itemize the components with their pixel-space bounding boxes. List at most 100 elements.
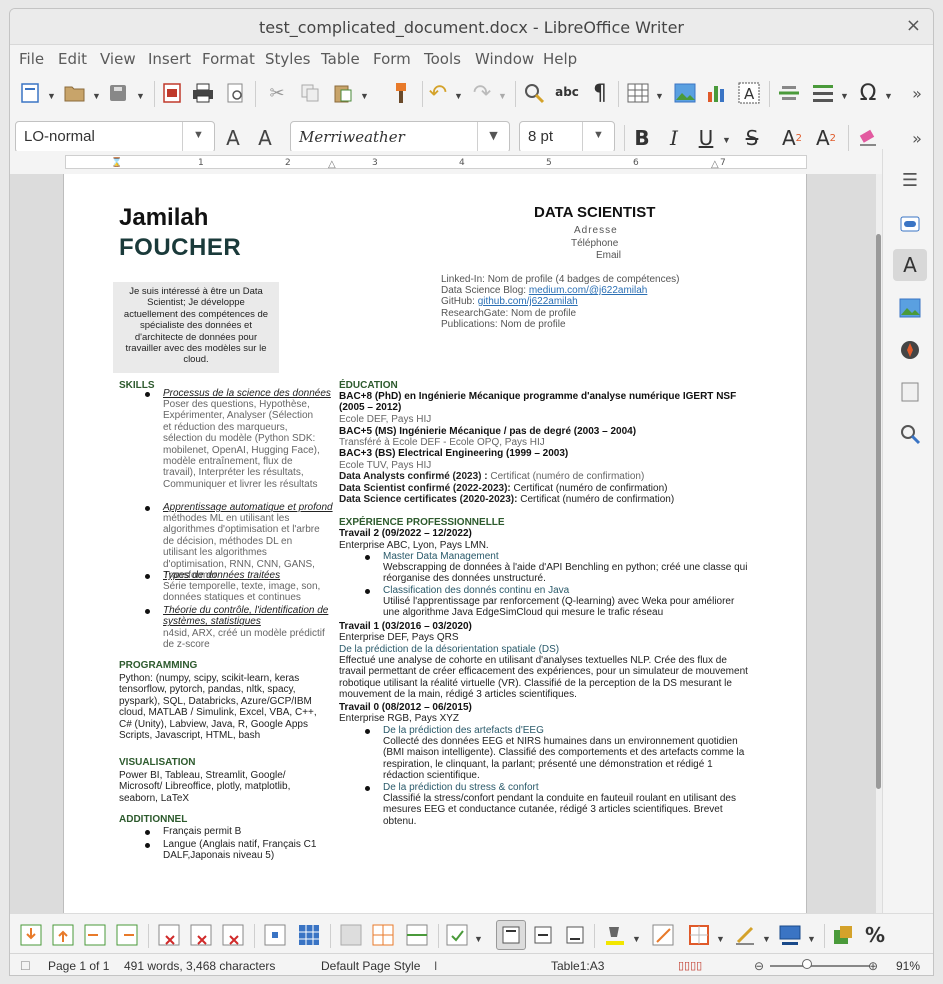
page-count[interactable]: Page 1 of 1 xyxy=(48,959,109,973)
find-replace-icon[interactable] xyxy=(522,81,546,105)
menu-file[interactable]: File xyxy=(19,50,44,68)
spelling-icon[interactable]: abc xyxy=(554,79,580,105)
zoom-level[interactable]: 91% xyxy=(896,959,920,973)
autoformat-icon[interactable] xyxy=(830,922,856,948)
menu-insert[interactable]: Insert xyxy=(148,50,191,68)
select-table-icon[interactable] xyxy=(296,922,322,948)
delete-columns-icon[interactable] xyxy=(188,922,214,948)
background-color-icon[interactable] xyxy=(602,922,628,948)
insert-rows-above-icon[interactable] xyxy=(18,922,44,948)
document-page[interactable]: Jamilah FOUCHER DATA SCIENTIST Adresse T… xyxy=(63,174,807,919)
menu-format[interactable]: Format xyxy=(202,50,255,68)
insert-chart-icon[interactable] xyxy=(704,81,730,105)
merge-cells-icon[interactable] xyxy=(338,922,364,948)
table-properties-icon[interactable] xyxy=(650,922,676,948)
chevron-down-icon[interactable]: ▼ xyxy=(360,91,369,101)
navigator-icon[interactable] xyxy=(897,337,923,363)
chevron-down-icon[interactable]: ▼ xyxy=(840,91,849,101)
chevron-down-icon[interactable]: ▼ xyxy=(92,91,101,101)
align-center-vertical-icon[interactable] xyxy=(530,922,556,948)
align-top-icon[interactable] xyxy=(496,920,526,950)
chevron-down-icon[interactable]: ▼ xyxy=(498,91,507,101)
font-size-combo[interactable]: 8 pt ▼ xyxy=(519,121,615,153)
insert-rows-below-icon[interactable] xyxy=(50,922,76,948)
chevron-down-icon[interactable]: ▼ xyxy=(477,122,509,152)
align-bottom-icon[interactable] xyxy=(562,922,588,948)
style-inspector-icon[interactable] xyxy=(897,421,923,447)
sidebar-menu-icon[interactable]: ☰ xyxy=(897,167,923,193)
menu-view[interactable]: View xyxy=(100,50,136,68)
update-style-icon[interactable]: A xyxy=(220,125,246,151)
properties-icon[interactable] xyxy=(897,211,923,237)
menu-form[interactable]: Form xyxy=(373,50,411,68)
menu-tools[interactable]: Tools xyxy=(424,50,461,68)
zoom-slider-handle[interactable] xyxy=(802,959,812,969)
redo-icon[interactable]: ↷ xyxy=(470,81,494,106)
horizontal-ruler[interactable]: ⌛ 1 2 3 4 5 6 7 △ △ xyxy=(10,151,880,173)
print-icon[interactable] xyxy=(190,81,216,105)
insert-image-icon[interactable] xyxy=(672,81,698,105)
clone-formatting-icon[interactable] xyxy=(388,81,414,105)
chevron-down-icon[interactable]: ▼ xyxy=(182,122,214,152)
menu-help[interactable]: Help xyxy=(543,50,577,68)
select-cell-icon[interactable] xyxy=(262,922,288,948)
blog-link[interactable]: medium.com/@j622amilah xyxy=(529,285,648,296)
github-link[interactable]: github.com/j622amilah xyxy=(478,296,578,307)
more-options-icon[interactable]: » xyxy=(908,81,926,105)
superscript-icon[interactable]: A2 xyxy=(778,125,806,151)
delete-table-icon[interactable] xyxy=(220,922,246,948)
paragraph-style-combo[interactable]: LO-normal ▼ xyxy=(15,121,215,153)
delete-rows-icon[interactable] xyxy=(156,922,182,948)
word-count[interactable]: 491 words, 3,468 characters xyxy=(124,959,275,973)
chevron-down-icon[interactable]: ▼ xyxy=(47,91,56,101)
styles-icon[interactable]: A xyxy=(893,249,927,281)
ruler-tab-marker[interactable]: ⌛ xyxy=(111,158,122,168)
page-style[interactable]: Default Page Style xyxy=(321,959,420,973)
italic-icon[interactable]: I xyxy=(662,125,686,151)
chevron-down-icon[interactable]: ▼ xyxy=(807,934,816,944)
borders-icon[interactable] xyxy=(686,922,712,948)
save-icon[interactable] xyxy=(106,81,130,105)
font-name-combo[interactable]: Merriweather ▼ xyxy=(290,121,510,153)
indent-marker-icon[interactable]: △ xyxy=(328,159,336,170)
border-color-icon[interactable] xyxy=(776,922,804,948)
insert-textbox-icon[interactable]: A xyxy=(736,81,762,105)
underline-icon[interactable]: U xyxy=(694,125,718,151)
zoom-out-icon[interactable]: ⊖ xyxy=(754,959,764,973)
chevron-down-icon[interactable]: ▼ xyxy=(582,122,614,152)
insert-columns-after-icon[interactable] xyxy=(114,922,140,948)
new-document-icon[interactable] xyxy=(18,81,42,105)
menu-edit[interactable]: Edit xyxy=(58,50,87,68)
split-cells-icon[interactable] xyxy=(370,922,396,948)
track-changes-icon[interactable]: ▯▯▯▯ xyxy=(678,959,702,972)
insert-columns-before-icon[interactable] xyxy=(82,922,108,948)
more-options-icon[interactable]: » xyxy=(908,125,926,151)
insert-list-icon[interactable] xyxy=(810,81,836,105)
paste-icon[interactable] xyxy=(330,81,356,105)
insert-field-icon[interactable] xyxy=(776,81,802,105)
chevron-down-icon[interactable]: ▼ xyxy=(632,934,641,944)
chevron-down-icon[interactable]: ▼ xyxy=(762,934,771,944)
bold-icon[interactable]: B xyxy=(630,125,654,151)
chevron-down-icon[interactable]: ▼ xyxy=(884,91,893,101)
open-folder-icon[interactable] xyxy=(62,81,88,105)
export-pdf-icon[interactable] xyxy=(160,81,184,105)
strikethrough-icon[interactable]: S xyxy=(740,125,764,151)
chevron-down-icon[interactable]: ▼ xyxy=(722,135,731,145)
menu-window[interactable]: Window xyxy=(475,50,534,68)
scrollbar-thumb[interactable] xyxy=(876,234,881,789)
split-table-icon[interactable] xyxy=(404,922,430,948)
chevron-down-icon[interactable]: ▼ xyxy=(136,91,145,101)
zoom-in-icon[interactable]: ⊕ xyxy=(868,959,878,973)
cut-icon[interactable]: ✂ xyxy=(265,81,289,105)
menu-table[interactable]: Table xyxy=(321,50,360,68)
gallery-icon[interactable] xyxy=(897,295,923,321)
subscript-icon[interactable]: A2 xyxy=(812,125,840,151)
zoom-slider[interactable] xyxy=(770,965,870,967)
clear-formatting-icon[interactable] xyxy=(856,125,880,151)
chevron-down-icon[interactable]: ▼ xyxy=(655,91,664,101)
number-format-icon[interactable] xyxy=(444,922,470,948)
page-icon[interactable] xyxy=(897,379,923,405)
close-icon[interactable]: × xyxy=(906,15,921,36)
border-style-icon[interactable] xyxy=(732,922,758,948)
